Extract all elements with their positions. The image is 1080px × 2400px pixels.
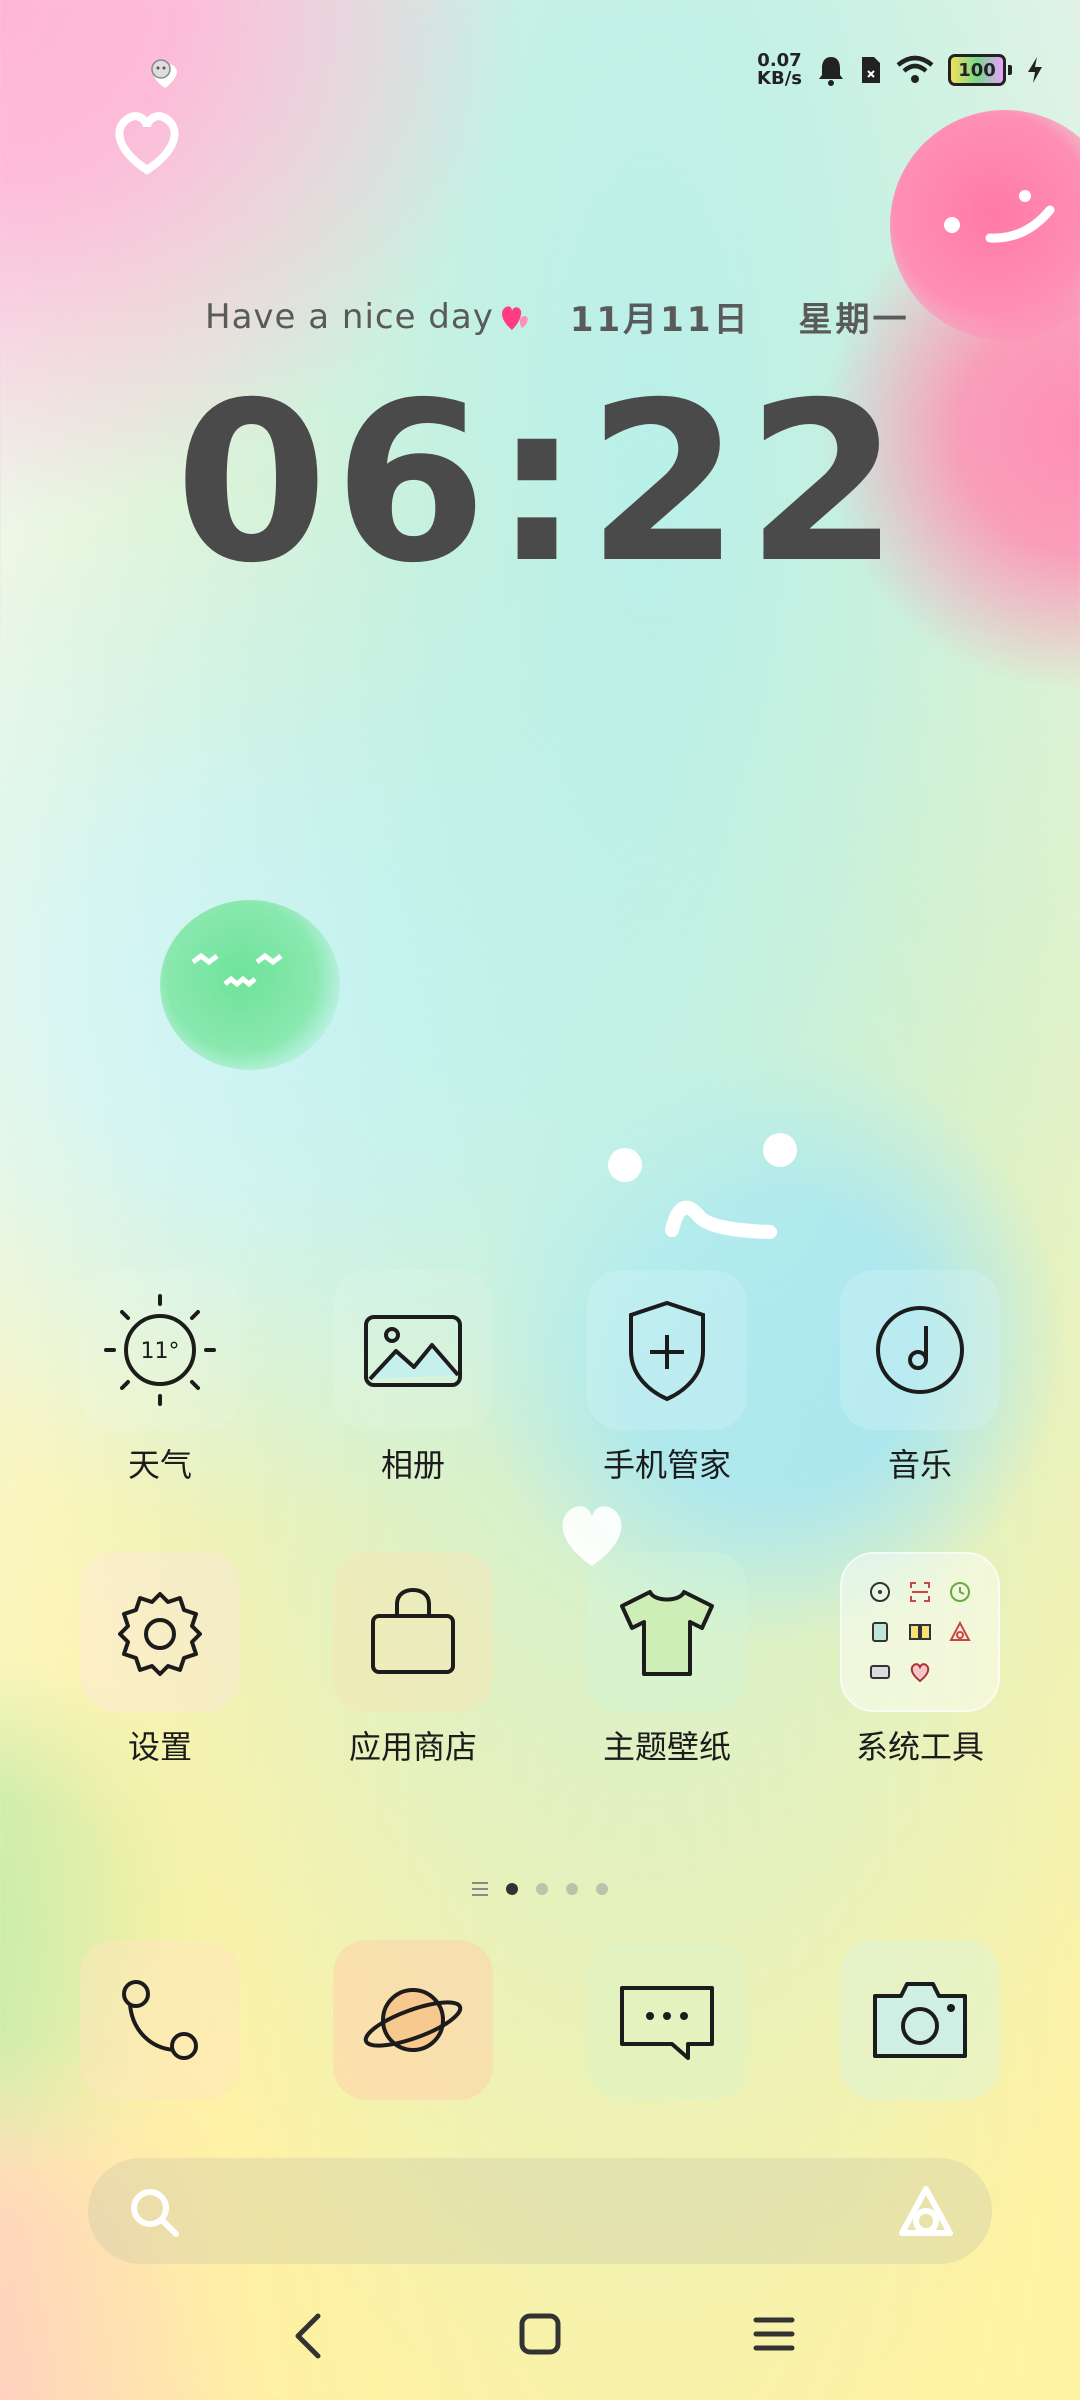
green-smiley-decoration <box>160 900 340 1070</box>
greeting-text: Have a nice day <box>205 296 494 337</box>
gallery-icon <box>364 1315 462 1387</box>
camera-icon <box>873 1982 967 2058</box>
clock-widget-header[interactable]: Have a nice day 11月11日 星期一 <box>205 292 909 341</box>
dock-camera[interactable] <box>810 1940 1030 2100</box>
app-weather[interactable]: 11° 天气 <box>50 1270 270 1486</box>
app-settings[interactable]: 设置 <box>50 1552 270 1768</box>
planet-icon <box>363 1988 463 2052</box>
navigation-bar <box>0 2296 1080 2376</box>
battery-level: 100 <box>948 54 1006 86</box>
blue-smiley-decoration <box>608 1133 797 1239</box>
tshirt-icon <box>620 1590 714 1676</box>
weather-sun-icon: 11° <box>104 1294 216 1406</box>
folder-preview <box>840 1552 1000 1712</box>
app-label: 音乐 <box>887 1446 952 1484</box>
dock-messages[interactable] <box>557 1940 777 2100</box>
search-bar[interactable] <box>88 2158 992 2264</box>
app-themes[interactable]: 主题壁纸 <box>557 1552 777 1768</box>
page-dot-active[interactable] <box>506 1883 518 1895</box>
network-speed-unit: KB/s <box>757 68 802 89</box>
heart-decoration <box>115 112 179 175</box>
assistant-icon[interactable] <box>896 2183 956 2241</box>
page-dot[interactable] <box>536 1883 548 1895</box>
shield-plus-icon <box>629 1300 705 1402</box>
game-icon <box>870 1582 890 1602</box>
bell-muted-icon <box>819 57 843 86</box>
app-label: 主题壁纸 <box>602 1728 731 1766</box>
scanner-icon <box>910 1582 930 1602</box>
dock-browser[interactable] <box>303 1940 523 2100</box>
heart-icon <box>501 305 528 330</box>
dock <box>0 1940 1080 2110</box>
clock-time[interactable]: 06:22 <box>0 355 1080 611</box>
charging-bolt-icon <box>1028 57 1042 83</box>
weather-temperature: 11° <box>141 1339 180 1364</box>
folder-system-tools[interactable]: 系统工具 <box>810 1552 1030 1768</box>
home-icon[interactable] <box>518 2312 562 2356</box>
wifi-icon <box>896 55 934 83</box>
page-dot[interactable] <box>596 1883 608 1895</box>
app-list-indicator-icon[interactable] <box>472 1882 488 1896</box>
message-icon <box>620 1986 714 2060</box>
status-bar: 0.07 KB/s 100 <box>0 52 1080 100</box>
shopping-bag-icon <box>371 1587 455 1674</box>
app-label: 系统工具 <box>855 1728 984 1766</box>
dock-phone[interactable] <box>50 1940 270 2100</box>
app-gallery[interactable]: 相册 <box>303 1270 523 1486</box>
calculator-icon <box>870 1665 890 1679</box>
gear-icon <box>118 1592 202 1676</box>
search-icon <box>131 2189 179 2237</box>
app-label: 应用商店 <box>348 1728 477 1766</box>
sim-card-icon <box>862 57 880 83</box>
weekday-text: 星期一 <box>798 300 910 340</box>
page-dot[interactable] <box>566 1883 578 1895</box>
app-label: 相册 <box>380 1446 445 1484</box>
app-store[interactable]: 应用商店 <box>303 1552 523 1768</box>
music-disc-icon <box>876 1306 964 1394</box>
app-label: 手机管家 <box>602 1446 731 1484</box>
app-label: 天气 <box>127 1446 192 1484</box>
heart-app-icon <box>910 1663 930 1683</box>
date-text: 11月11日 <box>569 300 751 340</box>
recent-apps-icon[interactable] <box>752 2312 796 2356</box>
file-manager-icon <box>872 1622 888 1642</box>
app-label: 设置 <box>127 1728 192 1766</box>
phone-icon <box>122 1980 198 2060</box>
pink-smiley-decoration <box>890 110 1080 340</box>
clock-icon <box>950 1582 970 1602</box>
notes-icon <box>909 1624 931 1640</box>
notification-icon <box>150 58 172 84</box>
app-phone-manager[interactable]: 手机管家 <box>557 1270 777 1486</box>
assistant-icon <box>949 1620 971 1641</box>
page-indicator[interactable] <box>0 1882 1080 1896</box>
app-music[interactable]: 音乐 <box>810 1270 1030 1486</box>
network-speed: 0.07 KB/s <box>757 52 802 88</box>
back-icon[interactable] <box>288 2312 328 2360</box>
battery-indicator: 100 <box>948 54 1012 86</box>
